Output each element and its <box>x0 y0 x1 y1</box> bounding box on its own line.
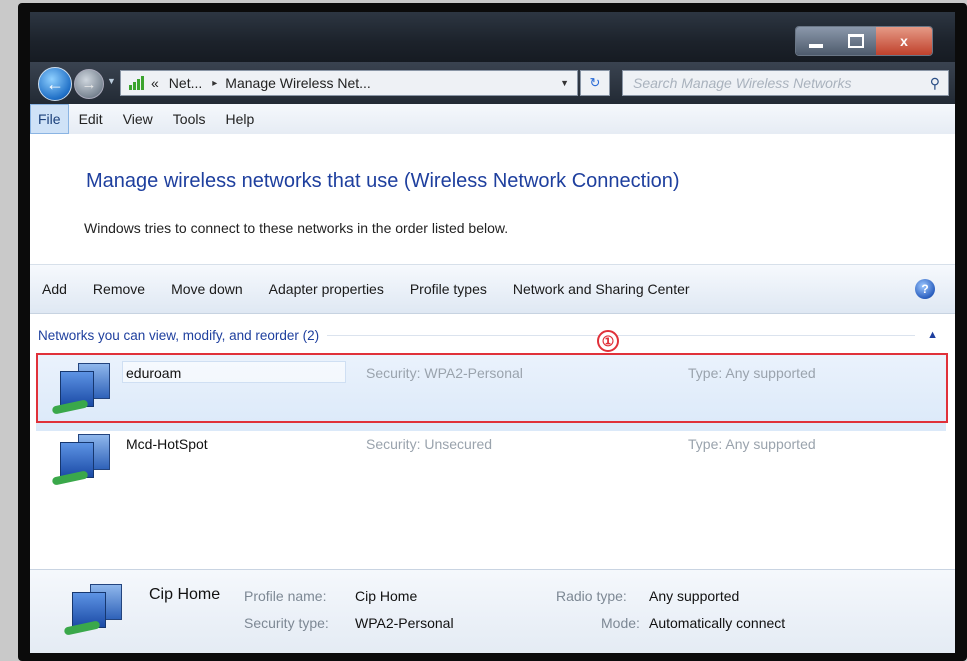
remove-button[interactable]: Remove <box>80 281 158 297</box>
security-type-label: Security type: <box>244 615 329 631</box>
window-controls: x <box>795 26 933 56</box>
collapse-caret-icon[interactable]: ▲ <box>927 329 938 341</box>
radio-type-value: Any supported <box>649 588 740 604</box>
help-icon[interactable]: ? <box>915 279 935 299</box>
menu-file[interactable]: File <box>30 104 69 134</box>
group-divider <box>327 334 916 336</box>
search-input[interactable]: Search Manage Wireless Networks ⚲ <box>622 70 949 96</box>
breadcrumb-network[interactable]: Net... <box>169 75 202 91</box>
profile-types-button[interactable]: Profile types <box>397 281 500 297</box>
mode-value: Automatically connect <box>649 615 786 631</box>
page-title: Manage wireless networks that use (Wirel… <box>86 170 680 192</box>
minimize-button[interactable] <box>796 27 836 55</box>
wireless-signal-icon <box>129 76 145 90</box>
menu-help[interactable]: Help <box>215 104 264 134</box>
page-subtitle: Windows tries to connect to these networ… <box>84 220 509 236</box>
maximize-button[interactable] <box>836 27 876 55</box>
back-arrow-icon: ← <box>46 73 64 94</box>
profile-name-label: Profile name: <box>244 588 327 604</box>
minimize-icon <box>809 44 823 48</box>
back-button[interactable]: ← <box>38 67 72 101</box>
refresh-button[interactable]: ↻ <box>580 70 610 96</box>
mode-label: Mode: <box>601 615 640 631</box>
group-label: Networks you can view, modify, and reord… <box>38 327 320 343</box>
network-group-header[interactable]: Networks you can view, modify, and reord… <box>38 324 938 346</box>
network-sharing-center-button[interactable]: Network and Sharing Center <box>500 281 703 297</box>
search-icon[interactable]: ⚲ <box>930 75 940 92</box>
network-type: Type: Any supported <box>688 436 816 452</box>
forward-button[interactable]: → <box>74 69 104 99</box>
profile-name-value: Cip Home <box>355 588 418 604</box>
network-name: Mcd-HotSpot <box>126 436 208 452</box>
breadcrumb-current[interactable]: Manage Wireless Net... <box>225 75 371 91</box>
menu-view[interactable]: View <box>113 104 163 134</box>
network-security: Security: Unsecured <box>366 436 493 452</box>
forward-arrow-icon: → <box>81 75 97 93</box>
address-dropdown-icon[interactable]: ▼ <box>560 78 569 88</box>
navigation-bar: ← → ▼ « Net... ▸ Manage Wireless Net... … <box>30 62 955 104</box>
close-icon: x <box>900 33 908 49</box>
details-pane: Cip Home Profile name: Cip Home Security… <box>30 569 955 653</box>
content-pane: Manage wireless networks that use (Wirel… <box>30 134 955 653</box>
title-bar: x <box>30 12 955 62</box>
close-button[interactable]: x <box>876 27 932 55</box>
radio-type-label: Radio type: <box>556 588 627 604</box>
breadcrumb-separator-icon[interactable]: ▸ <box>212 78 217 89</box>
annotation-badge: ① <box>597 330 619 352</box>
move-down-button[interactable]: Move down <box>158 281 256 297</box>
network-row-mcd-hotspot[interactable]: Mcd-HotSpot Security: Unsecured Type: An… <box>36 426 946 502</box>
maximize-icon <box>848 34 864 48</box>
menu-tools[interactable]: Tools <box>163 104 216 134</box>
breadcrumb-overflow[interactable]: « <box>151 75 159 91</box>
security-type-value: WPA2-Personal <box>355 615 454 631</box>
highlight-box <box>36 353 948 423</box>
refresh-icon: ↻ <box>589 75 601 90</box>
network-adapter-icon <box>62 582 124 640</box>
recent-pages-dropdown-icon[interactable]: ▼ <box>107 76 116 86</box>
menu-edit[interactable]: Edit <box>69 104 113 134</box>
menu-bar: File Edit View Tools Help <box>30 104 955 135</box>
add-button[interactable]: Add <box>30 281 80 297</box>
adapter-properties-button[interactable]: Adapter properties <box>256 281 397 297</box>
search-placeholder: Search Manage Wireless Networks <box>633 75 852 91</box>
command-toolbar: Add Remove Move down Adapter properties … <box>30 264 955 314</box>
network-adapter-icon <box>50 432 112 490</box>
address-bar[interactable]: « Net... ▸ Manage Wireless Net... ▼ <box>120 70 578 96</box>
details-network-name: Cip Home <box>149 586 221 603</box>
